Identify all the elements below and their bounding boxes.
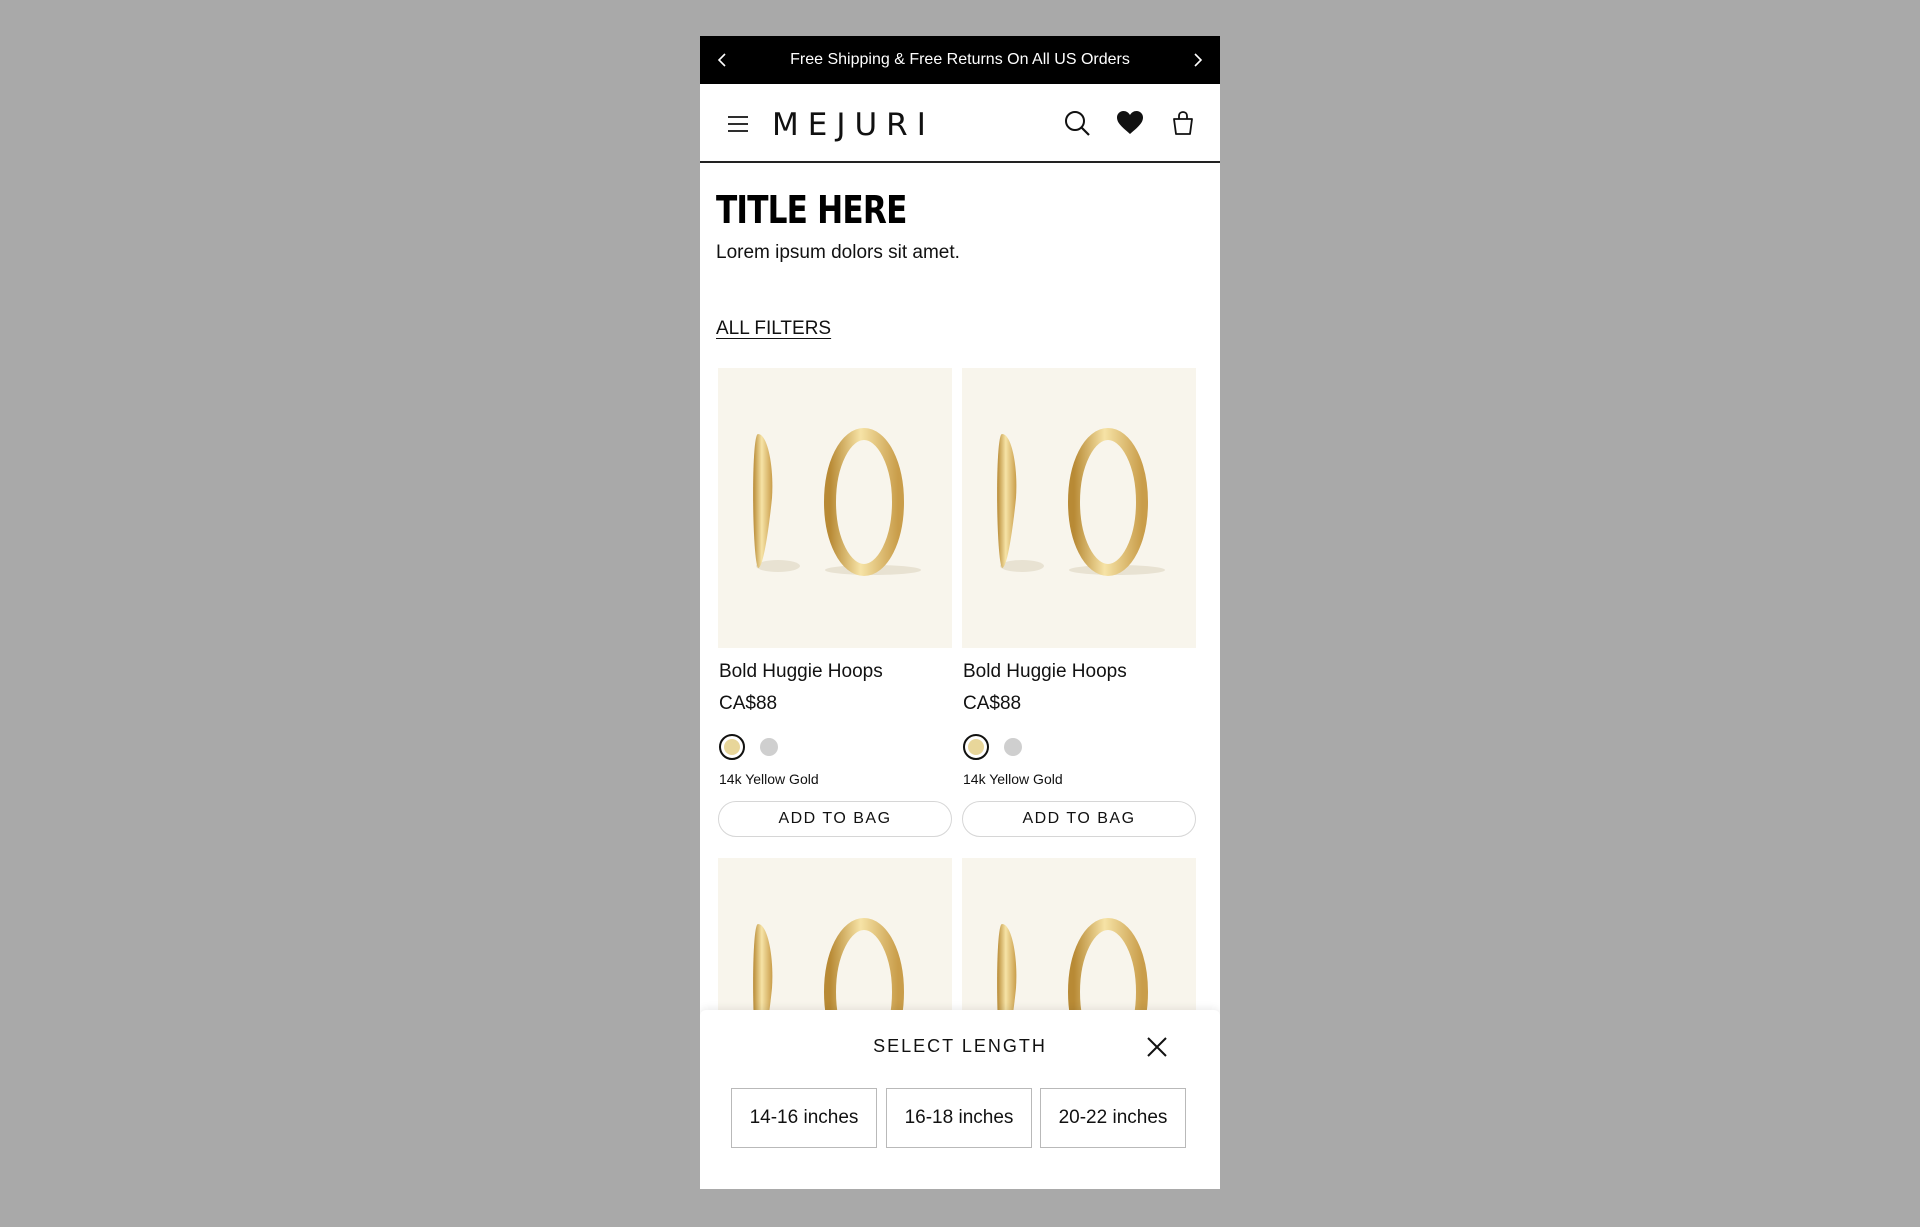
page-subtitle: Lorem ipsum dolors sit amet.: [716, 242, 960, 263]
chevron-right-icon[interactable]: [1178, 36, 1218, 84]
add-to-bag-button[interactable]: ADD TO BAG: [962, 801, 1196, 837]
menu-icon[interactable]: [722, 108, 754, 140]
mobile-screen: Free Shipping & Free Returns On All US O…: [700, 36, 1220, 1189]
length-option[interactable]: 20-22 inches: [1040, 1088, 1186, 1148]
product-image[interactable]: [718, 368, 952, 648]
announcement-bar: Free Shipping & Free Returns On All US O…: [700, 36, 1220, 84]
site-header: MEJURI: [700, 84, 1220, 163]
close-icon[interactable]: [1142, 1032, 1172, 1062]
heart-icon[interactable]: [1113, 106, 1147, 140]
product-card[interactable]: Bold Huggie Hoops CA$88 14k Yellow Gold …: [962, 368, 1196, 837]
select-length-sheet: SELECT LENGTH 14-16 inches 16-18 inches …: [700, 1010, 1220, 1189]
all-filters-link[interactable]: ALL FILTERS: [716, 318, 831, 340]
metal-label: 14k Yellow Gold: [963, 771, 1063, 787]
page-title: TITLE HERE: [716, 188, 907, 232]
silver-swatch[interactable]: [760, 738, 778, 756]
product-card[interactable]: Bold Huggie Hoops CA$88 14k Yellow Gold …: [718, 368, 952, 837]
length-option[interactable]: 14-16 inches: [731, 1088, 877, 1148]
length-option[interactable]: 16-18 inches: [886, 1088, 1032, 1148]
product-image[interactable]: [962, 368, 1196, 648]
bag-icon[interactable]: [1166, 106, 1200, 140]
product-price: CA$88: [719, 693, 778, 714]
silver-swatch[interactable]: [1004, 738, 1022, 756]
add-to-bag-button[interactable]: ADD TO BAG: [718, 801, 952, 837]
gold-swatch[interactable]: [963, 734, 989, 760]
product-price: CA$88: [963, 693, 1022, 714]
search-icon[interactable]: [1060, 106, 1094, 140]
announcement-text: Free Shipping & Free Returns On All US O…: [790, 51, 1130, 68]
brand-logo[interactable]: MEJURI: [772, 105, 935, 145]
product-name[interactable]: Bold Huggie Hoops: [719, 661, 883, 683]
product-name[interactable]: Bold Huggie Hoops: [963, 661, 1127, 683]
gold-swatch[interactable]: [719, 734, 745, 760]
metal-label: 14k Yellow Gold: [719, 771, 819, 787]
